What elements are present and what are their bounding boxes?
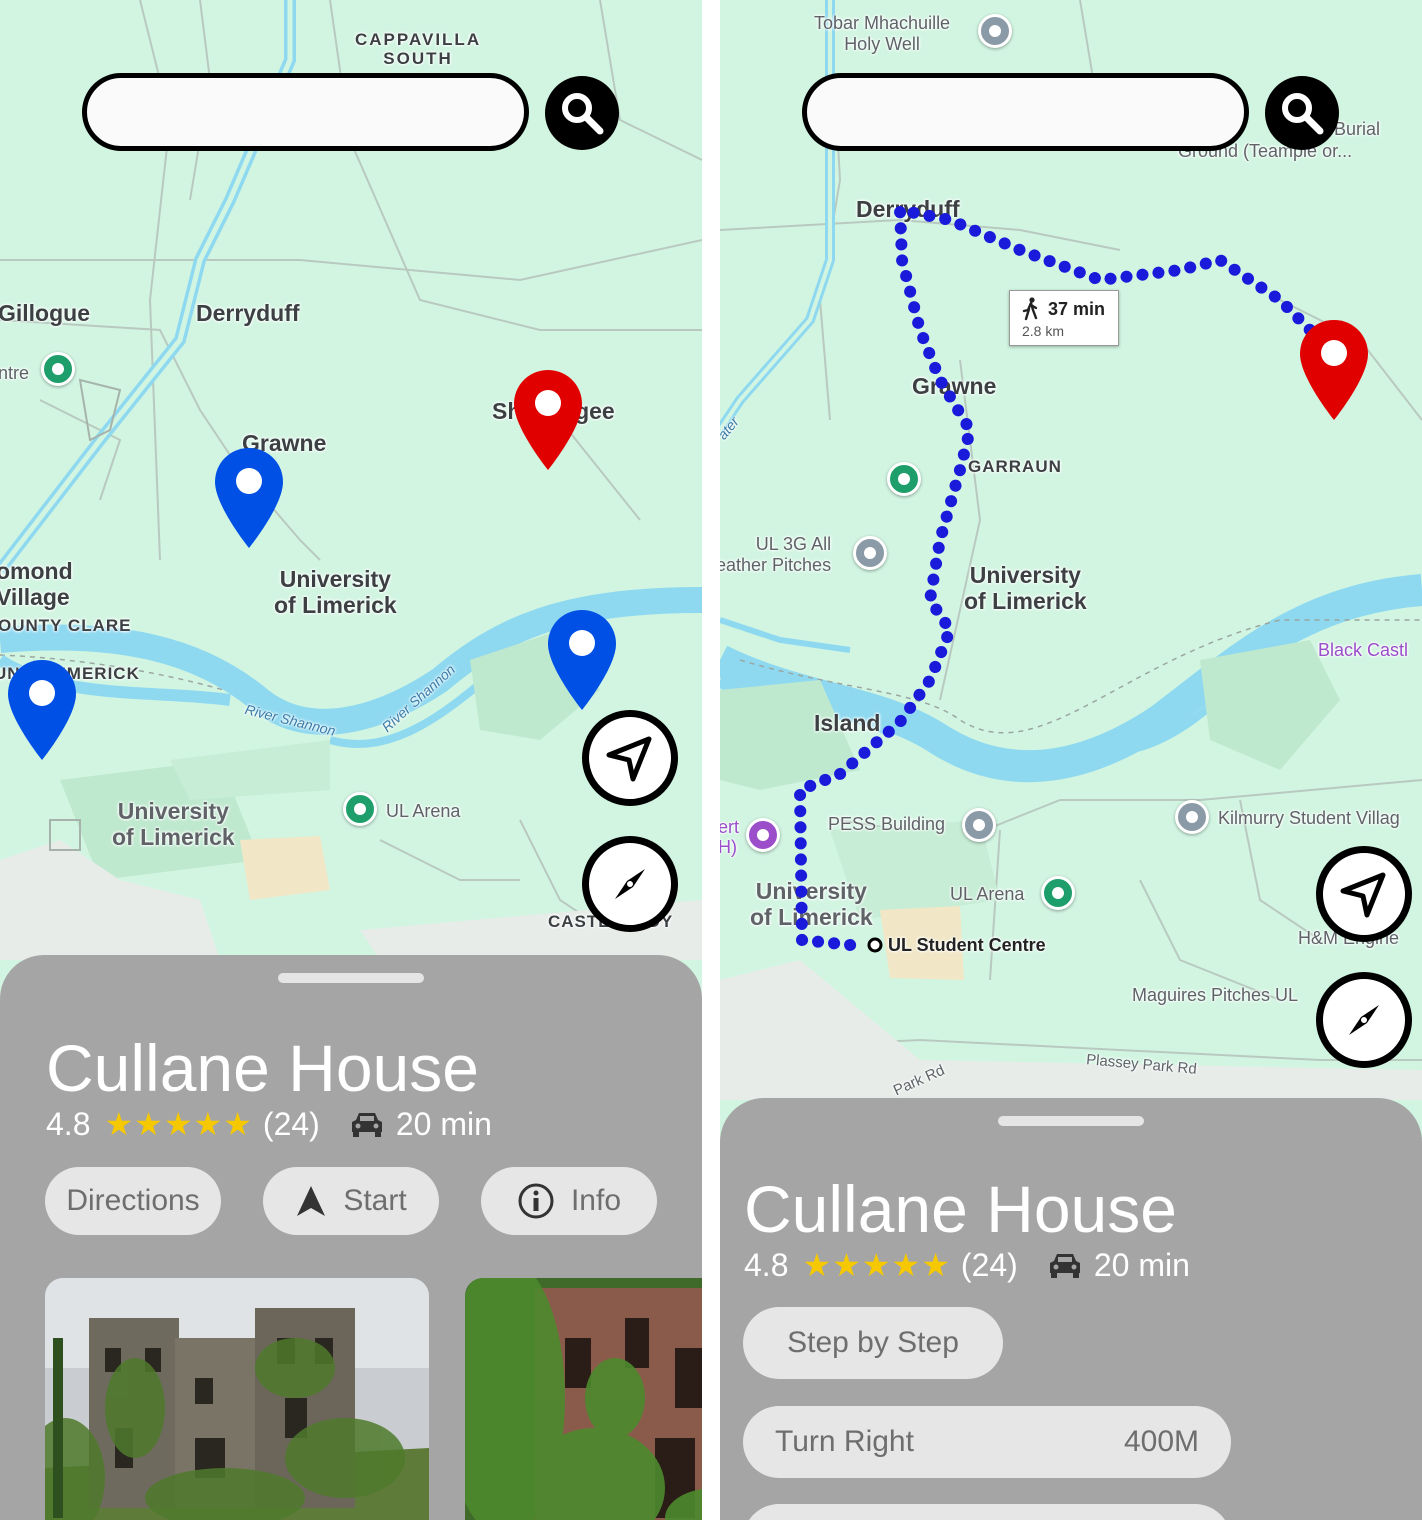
- place-meta: 4.8 ★★★★★ (24) 20 min: [46, 1105, 492, 1143]
- travel-time: 20 min: [1093, 1246, 1190, 1283]
- car-icon: [1049, 1254, 1080, 1278]
- search-input[interactable]: [82, 73, 529, 151]
- ul-arena-marker-icon[interactable]: [343, 792, 377, 826]
- map-label-cappavilla: CAPPAVILLA SOUTH: [355, 30, 482, 68]
- map-label-county-clare: OUNTY CLARE: [0, 616, 132, 635]
- direction-step-row[interactable]: Turn Right 400M: [743, 1406, 1231, 1478]
- compass-button[interactable]: [582, 836, 678, 932]
- place-marker-icon[interactable]: [41, 352, 75, 386]
- step-by-step-button[interactable]: Step by Step: [743, 1307, 1003, 1379]
- my-location-button[interactable]: [1316, 846, 1412, 942]
- info-icon: [518, 1183, 554, 1219]
- blue-pin-east-icon[interactable]: [548, 610, 616, 710]
- step-by-step-label: Step by Step: [787, 1326, 959, 1359]
- map-label-ul-arena: UL Arena: [386, 801, 461, 821]
- info-button[interactable]: Info: [481, 1167, 657, 1235]
- compass-icon: [1349, 1005, 1379, 1035]
- right-phone-screen: Tobar Mhachuille Holy Well Burial Ground…: [720, 0, 1422, 1520]
- sheet-drag-handle[interactable]: [998, 1116, 1144, 1126]
- overgrown-ruin-photo: [465, 1278, 702, 1520]
- blue-pin-grawne-icon[interactable]: [215, 448, 283, 548]
- info-label: Info: [570, 1184, 622, 1217]
- start-arrow-icon: [297, 1186, 326, 1216]
- rating-stars: ★★★★★: [104, 1106, 253, 1142]
- search-icon: [562, 93, 604, 135]
- walking-person-icon: [1022, 297, 1038, 321]
- destination-pin-icon[interactable]: [514, 370, 582, 470]
- compass-icon: [615, 869, 645, 899]
- destination-pin-icon[interactable]: [1300, 320, 1368, 420]
- compass-button[interactable]: [1316, 972, 1412, 1068]
- search-button[interactable]: [545, 76, 619, 150]
- step-distance: 400M: [1123, 1425, 1199, 1458]
- direction-step-row-next[interactable]: [743, 1504, 1231, 1520]
- left-phone-screen: CAPPAVILLA SOUTH Gillogue Derryduff ntre…: [0, 0, 702, 1520]
- review-count: (24): [960, 1246, 1018, 1283]
- map-label-gillogue: Gillogue: [0, 300, 90, 326]
- map-label-derryduff: Derryduff: [196, 300, 300, 326]
- route-distance: 2.8 km: [1022, 323, 1065, 339]
- start-button[interactable]: Start: [263, 1167, 439, 1235]
- map-label-university-upper: University of Limerick: [274, 566, 397, 618]
- travel-time: 20 min: [395, 1105, 492, 1142]
- route-time: 37 min: [1048, 299, 1106, 319]
- map-label-university-lower: University of Limerick: [112, 798, 235, 850]
- blue-pin-west-icon[interactable]: [8, 660, 76, 760]
- place-details-sheet: Cullane House 4.8 ★★★★★ (24) 20 min Dire…: [0, 955, 702, 1520]
- navigation-arrow-icon: [1340, 872, 1386, 918]
- ruined-house-photo: [45, 1278, 429, 1520]
- map-label-thomond-village: omond Village: [0, 558, 73, 610]
- route-info-callout[interactable]: 37 min 2.8 km: [1009, 290, 1119, 346]
- directions-sheet: Cullane House 4.8 ★★★★★ (24) 20 min Step…: [720, 1098, 1422, 1520]
- search-icon: [1282, 93, 1324, 135]
- map-label-centre: ntre: [0, 363, 30, 383]
- place-title: Cullane House: [744, 1172, 1177, 1246]
- place-meta: 4.8 ★★★★★ (24) 20 min: [744, 1246, 1190, 1284]
- directions-label: Directions: [66, 1184, 200, 1217]
- directions-button[interactable]: Directions: [45, 1167, 221, 1235]
- place-title: Cullane House: [46, 1031, 479, 1105]
- rating-value: 4.8: [46, 1105, 91, 1142]
- search-input[interactable]: [802, 73, 1249, 151]
- car-icon: [351, 1113, 382, 1137]
- search-button[interactable]: [1265, 76, 1339, 150]
- place-photo-1[interactable]: [45, 1278, 429, 1520]
- step-instruction: Turn Right: [775, 1425, 914, 1458]
- rating-value: 4.8: [744, 1246, 789, 1283]
- rating-stars: ★★★★★: [802, 1247, 951, 1283]
- sheet-drag-handle[interactable]: [278, 973, 424, 983]
- review-count: (24): [262, 1105, 320, 1142]
- start-label: Start: [343, 1184, 407, 1217]
- my-location-button[interactable]: [582, 710, 678, 806]
- navigation-arrow-icon: [606, 736, 652, 782]
- place-photo-2[interactable]: [465, 1278, 702, 1520]
